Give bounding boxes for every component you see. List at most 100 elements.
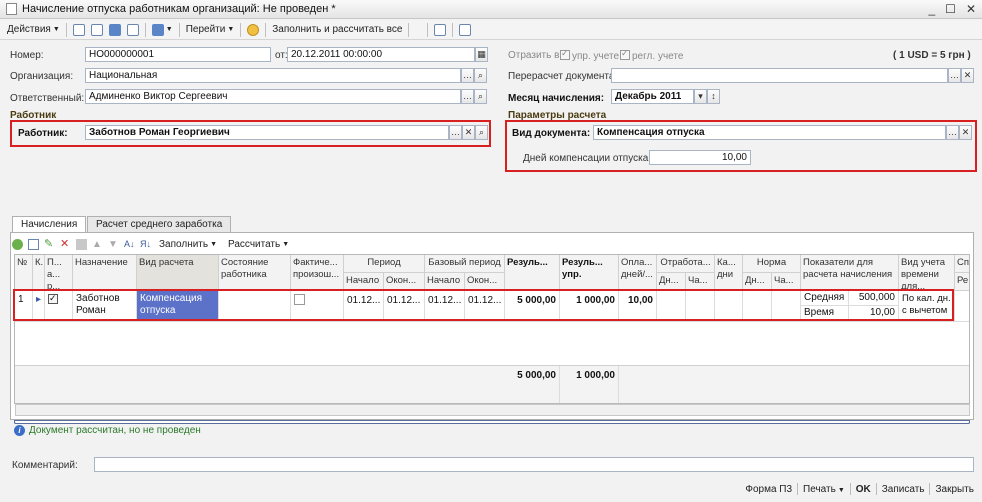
number-field[interactable]: НО000000001: [85, 47, 271, 62]
form-p3-button[interactable]: Форма П3: [745, 484, 792, 495]
col-extra1[interactable]: Сп...: [955, 255, 969, 273]
minimize-button[interactable]: _: [928, 2, 935, 16]
col-name[interactable]: Назначение: [73, 255, 137, 291]
document-icon: [6, 3, 17, 15]
struct-icon[interactable]: ▼: [149, 22, 176, 38]
comment-label: Комментарий:: [12, 460, 78, 471]
reflect-label: Отразить в:: [508, 50, 563, 61]
fill-menu[interactable]: Заполнить ▼: [156, 236, 220, 252]
col-norm[interactable]: Норма: [743, 255, 801, 273]
col-p[interactable]: П... а... р...: [45, 255, 73, 291]
bottom-bar: Форма П3 Печать ▼ OK Записать Закрыть: [745, 483, 974, 495]
col-result[interactable]: Резуль...: [505, 255, 560, 291]
preview-icon[interactable]: [431, 22, 449, 38]
col-cal-days[interactable]: Ка... дни: [715, 255, 743, 291]
structure-icon[interactable]: [14, 22, 970, 424]
worker-select-button[interactable]: …: [449, 125, 462, 140]
resp-label: Ответственный:: [10, 93, 85, 104]
days-field[interactable]: 10,00: [649, 150, 751, 165]
tab-average-earnings[interactable]: Расчет среднего заработка: [87, 216, 232, 232]
notes-icon[interactable]: [456, 22, 474, 38]
col-n[interactable]: №: [15, 255, 33, 291]
col-calc-type[interactable]: Вид расчета: [137, 255, 219, 291]
ok-button[interactable]: OK: [856, 484, 871, 495]
col-worked[interactable]: Отработа...: [657, 255, 715, 273]
col-state[interactable]: Состояние работника: [219, 255, 291, 291]
resp-search-icon[interactable]: ⌕: [474, 89, 487, 104]
fill-calc-all-button[interactable]: Заполнить и рассчитать все: [269, 22, 405, 38]
col-k[interactable]: К...: [33, 255, 45, 291]
end-edit-icon[interactable]: [76, 238, 87, 250]
copy-row-icon[interactable]: [28, 238, 39, 250]
recalc-clear-icon[interactable]: ✕: [961, 68, 974, 83]
col-indicators[interactable]: Показатели для расчета начисления: [801, 255, 899, 291]
month-field[interactable]: Декабрь 2011: [611, 89, 694, 104]
recalc-label: Перерасчет документа:: [508, 71, 618, 82]
print-label: Печать: [803, 483, 836, 495]
col-time-acc[interactable]: Вид учета времени для...: [899, 255, 955, 291]
save-button[interactable]: Записать: [882, 484, 925, 495]
doc-type-select-button[interactable]: …: [946, 125, 959, 140]
month-dropdown-icon[interactable]: ▾: [694, 89, 707, 104]
col-base[interactable]: Базовый период: [425, 255, 505, 273]
worker-field[interactable]: Заботнов Роман Георгиевич: [85, 125, 449, 140]
days-label: Дней компенсации отпуска:: [523, 153, 652, 164]
col-period[interactable]: Период: [344, 255, 425, 273]
go-menu[interactable]: Перейти ▼: [183, 22, 238, 38]
copy-doc-icon[interactable]: [88, 22, 106, 38]
calc-menu[interactable]: Рассчитать ▼: [225, 236, 292, 252]
post-doc-icon[interactable]: [124, 22, 142, 38]
window-titlebar: Начисление отпуска работникам организаци…: [0, 0, 982, 19]
col-paid-days[interactable]: Опла... дней/...: [619, 255, 657, 291]
print-button[interactable]: Печать ▼: [803, 484, 845, 495]
window-title: Начисление отпуска работникам организаци…: [22, 3, 336, 15]
sort-desc-icon[interactable]: Я↓: [140, 239, 151, 250]
status-message: i Документ рассчитан, но не проведен: [14, 425, 201, 436]
col-result-mgmt[interactable]: Резуль... упр.: [560, 255, 619, 291]
org-select-button[interactable]: …: [461, 68, 474, 83]
mgmt-checkbox[interactable]: упр. учете: [560, 48, 620, 62]
sort-asc-icon[interactable]: A↓: [124, 239, 135, 250]
delete-row-icon[interactable]: ✕: [60, 238, 71, 250]
mgmt-label: упр. учете: [572, 51, 620, 62]
worker-search-icon[interactable]: ⌕: [475, 125, 488, 140]
close-window-button[interactable]: ✕: [966, 2, 976, 16]
month-label: Месяц начисления:: [508, 93, 605, 104]
add-row-icon[interactable]: [12, 238, 23, 250]
currency-rate: ( 1 USD = 5 грн ): [893, 50, 971, 61]
maximize-button[interactable]: ☐: [945, 2, 956, 16]
resp-select-button[interactable]: …: [461, 89, 474, 104]
accruals-table: № К... П... а... р... Назначение Вид рас…: [14, 254, 970, 404]
reg-label: регл. учете: [632, 51, 684, 62]
col-extra2[interactable]: Ре...: [955, 273, 969, 291]
date-field[interactable]: 20.12.2011 00:00:00: [287, 47, 475, 62]
status-text: Документ рассчитан, но не проведен: [29, 425, 201, 436]
horizontal-scrollbar[interactable]: [15, 404, 970, 416]
main-toolbar: Действия ▼ ▼ Перейти ▼ Заполнить и рассчит…: [0, 20, 982, 424]
calendar-icon[interactable]: ▦: [475, 47, 488, 62]
doc-type-clear-icon[interactable]: ✕: [959, 125, 972, 140]
worker-clear-icon[interactable]: ✕: [462, 125, 475, 140]
close-button[interactable]: Закрыть: [935, 484, 974, 495]
org-field[interactable]: Национальная: [85, 68, 461, 83]
reg-checkbox[interactable]: регл. учете: [620, 48, 684, 62]
month-spin-icon[interactable]: ↕: [707, 89, 720, 104]
edit-doc-icon[interactable]: [106, 22, 124, 38]
recalc-select-button[interactable]: …: [948, 68, 961, 83]
resp-field[interactable]: Админенко Виктор Сергеевич: [85, 89, 461, 104]
col-actual[interactable]: Фактиче... произош...: [291, 255, 344, 291]
doc-type-field[interactable]: Компенсация отпуска: [593, 125, 946, 140]
recalc-field[interactable]: [611, 68, 948, 83]
grid-toolbar: ✎ ✕ ▲ ▼ A↓ Я↓ Заполнить ▼ Рассчитать ▼: [12, 236, 292, 252]
help-icon[interactable]: [244, 22, 262, 38]
actions-menu[interactable]: Действия ▼: [4, 22, 63, 38]
move-up-icon[interactable]: ▲: [92, 239, 103, 250]
comment-field[interactable]: [94, 457, 974, 472]
tab-accruals[interactable]: Начисления: [12, 216, 87, 233]
total-result-mgmt: 1 000,00: [560, 366, 619, 403]
move-down-icon[interactable]: ▼: [108, 239, 119, 250]
add-doc-icon[interactable]: [70, 22, 88, 38]
total-result: 5 000,00: [505, 366, 560, 403]
org-search-icon[interactable]: ⌕: [474, 68, 487, 83]
edit-row-icon[interactable]: ✎: [44, 238, 55, 250]
